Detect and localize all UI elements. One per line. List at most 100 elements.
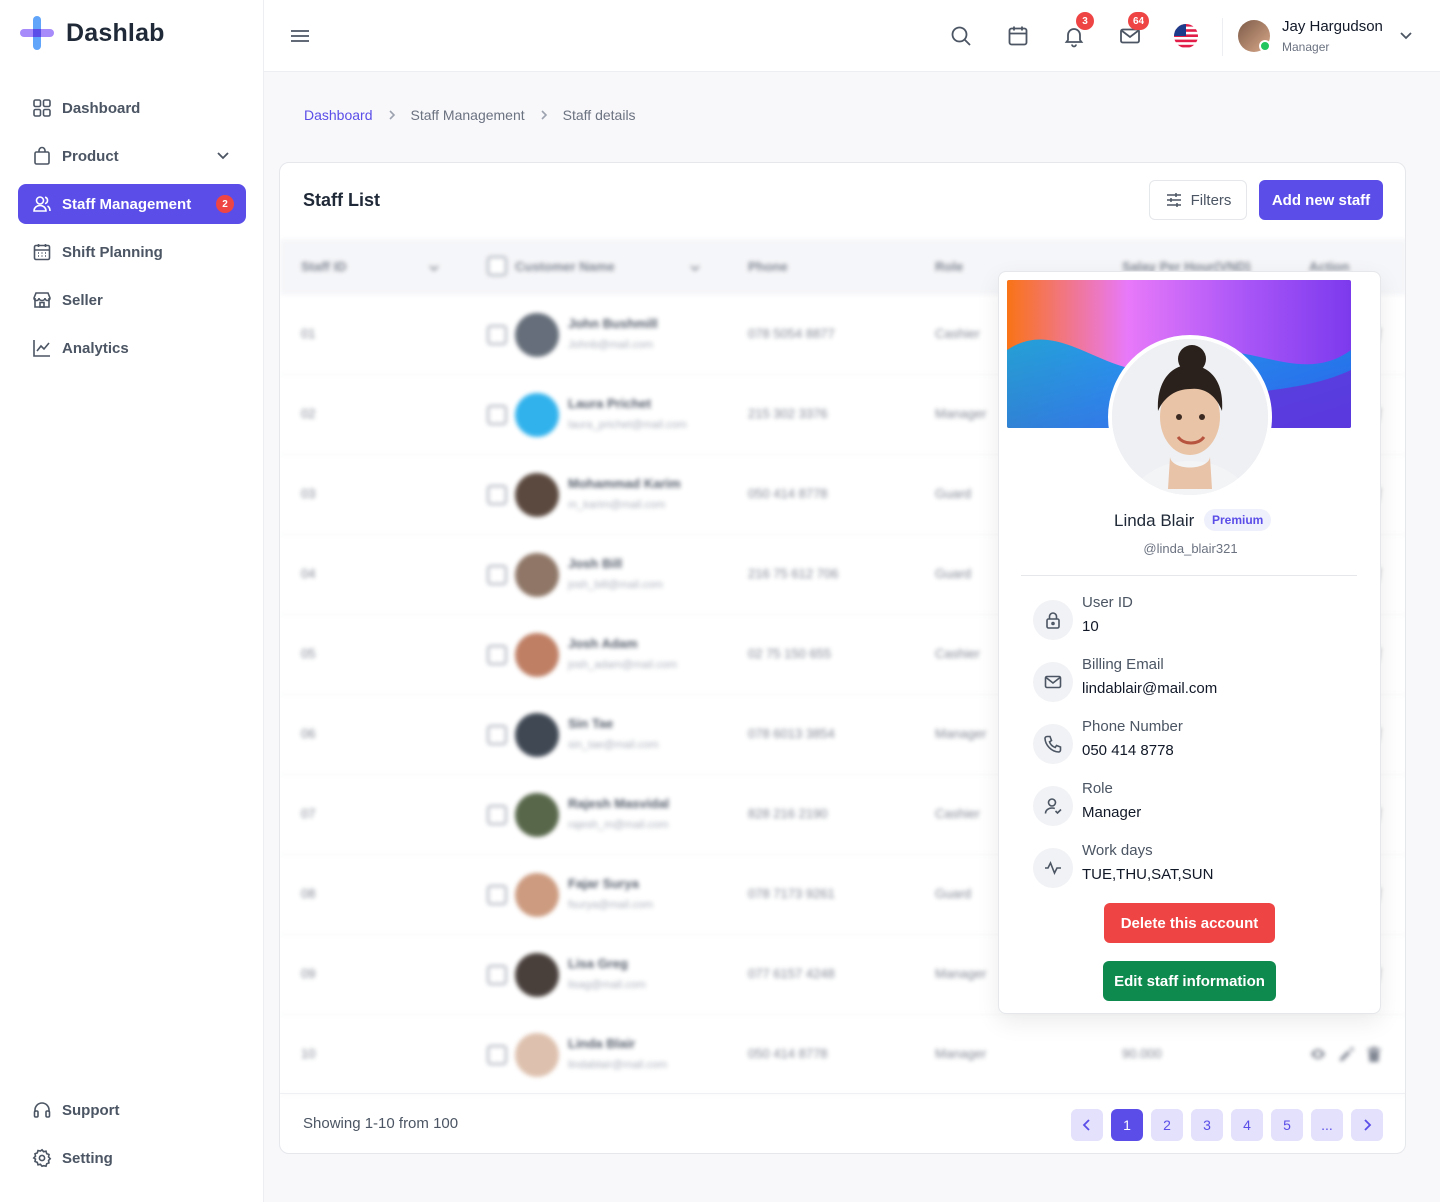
messages-badge: 64 — [1128, 12, 1150, 30]
headset-icon — [33, 1102, 51, 1118]
staff-phone: 216 75 612 706 — [748, 566, 839, 581]
staff-role: Manager — [935, 406, 987, 421]
row-checkbox[interactable] — [487, 645, 507, 665]
us-flag-icon — [1174, 24, 1198, 48]
user-name: Jay Hargudson — [1282, 18, 1383, 35]
page-button[interactable]: 5 — [1271, 1109, 1303, 1141]
next-page-button[interactable] — [1351, 1109, 1383, 1141]
staff-email: laura_prichet@mail.com — [568, 419, 687, 431]
info-label: Role — [1082, 780, 1113, 797]
language-button[interactable] — [1172, 22, 1200, 50]
info-label: Billing Email — [1082, 656, 1164, 673]
add-staff-button[interactable]: Add new staff — [1259, 180, 1383, 220]
page-button[interactable]: 4 — [1231, 1109, 1263, 1141]
sidebar-nav: Dashboard Product Staff Management 2 Shi… — [18, 88, 246, 376]
gear-icon — [32, 1148, 52, 1168]
staff-profile-popup: Linda Blair Premium @linda_blair321 User… — [998, 271, 1381, 1014]
trash-icon[interactable] — [1365, 1045, 1383, 1063]
sidebar-item-dashboard[interactable]: Dashboard — [18, 88, 246, 128]
sidebar-item-shift-planning[interactable]: Shift Planning — [18, 232, 246, 272]
notifications-button[interactable]: 3 — [1060, 12, 1094, 50]
column-header[interactable]: Staff ID — [301, 259, 347, 274]
sidebar-item-label: Product — [62, 147, 119, 165]
staff-phone: 077 6157 4248 — [748, 966, 835, 981]
page-button[interactable]: 2 — [1151, 1109, 1183, 1141]
row-checkbox[interactable] — [487, 965, 507, 985]
staff-phone: 828 216 2190 — [748, 806, 828, 821]
sidebar-item-label: Support — [62, 1101, 120, 1119]
staff-count-badge: 2 — [216, 195, 234, 213]
info-user-id: User ID 10 — [1033, 594, 1353, 650]
profile-handle: @linda_blair321 — [1143, 541, 1238, 556]
staff-email: fsurya@mail.com — [568, 899, 654, 911]
chevron-down-icon[interactable] — [214, 146, 232, 164]
row-checkbox[interactable] — [487, 1045, 507, 1065]
calendar-button[interactable] — [1004, 22, 1032, 50]
page-button[interactable]: 3 — [1191, 1109, 1223, 1141]
staff-email: josh_bill@mail.com — [568, 579, 663, 591]
staff-id: 04 — [301, 566, 316, 581]
sidebar-item-product[interactable]: Product — [18, 136, 246, 176]
sidebar-item-analytics[interactable]: Analytics — [18, 328, 246, 368]
row-checkbox[interactable] — [487, 725, 507, 745]
info-value: 050 414 8778 — [1082, 742, 1174, 759]
page-button[interactable]: 1 — [1111, 1109, 1143, 1141]
row-checkbox[interactable] — [487, 805, 507, 825]
staff-phone: 078 5054 8877 — [748, 326, 835, 341]
chevron-down-icon[interactable] — [1398, 27, 1414, 43]
staff-role: Manager — [935, 726, 987, 741]
eye-icon[interactable] — [1309, 1045, 1327, 1063]
sidebar-item-seller[interactable]: Seller — [18, 280, 246, 320]
row-checkbox[interactable] — [487, 405, 507, 425]
chevron-right-icon — [388, 110, 395, 120]
messages-button[interactable]: 64 — [1116, 12, 1150, 50]
row-checkbox[interactable] — [487, 325, 507, 345]
delete-account-button[interactable]: Delete this account — [1104, 903, 1275, 943]
calendar-icon — [33, 244, 51, 261]
info-value: lindablair@mail.com — [1082, 680, 1218, 697]
table-row[interactable]: 10 Linda Blair lindablair@mail.com 050 414 … — [280, 1015, 1405, 1095]
column-header: Role — [935, 259, 964, 274]
info-label: Phone Number — [1082, 718, 1183, 735]
breadcrumb-staff-details: Staff details — [562, 107, 636, 123]
info-label: Work days — [1082, 842, 1153, 859]
staff-id: 05 — [301, 646, 316, 661]
menu-icon[interactable] — [290, 24, 310, 48]
row-checkbox[interactable] — [487, 885, 507, 905]
profile-name: Linda Blair — [1114, 511, 1195, 530]
staff-role: Guard — [935, 566, 972, 581]
chevron-down-icon[interactable] — [427, 261, 441, 275]
sidebar-item-label: Seller — [62, 291, 103, 309]
info-value: TUE,THU,SAT,SUN — [1082, 866, 1214, 883]
status-badge: Premium — [1204, 509, 1272, 531]
sidebar-item-staff-management[interactable]: Staff Management 2 — [18, 184, 246, 224]
mail-icon — [1033, 662, 1073, 702]
row-checkbox[interactable] — [487, 485, 507, 505]
store-icon — [33, 292, 51, 308]
breadcrumb-staff-management[interactable]: Staff Management — [411, 107, 525, 123]
breadcrumb-dashboard[interactable]: Dashboard — [304, 107, 373, 123]
search-button[interactable] — [947, 22, 975, 50]
row-checkbox[interactable] — [487, 565, 507, 585]
chevron-down-icon[interactable] — [688, 261, 702, 275]
sidebar-item-support[interactable]: Support — [18, 1090, 246, 1130]
logo[interactable]: Dashlab — [20, 16, 165, 50]
prev-page-button[interactable] — [1071, 1109, 1103, 1141]
sidebar-item-setting[interactable]: Setting — [18, 1138, 246, 1178]
staff-phone: 050 414 8778 — [748, 486, 828, 501]
staff-id: 08 — [301, 886, 316, 901]
topbar-divider — [1222, 18, 1223, 56]
bag-icon — [34, 146, 50, 165]
staff-name: Mohammad Karim — [568, 476, 681, 491]
page-ellipsis[interactable]: ... — [1311, 1109, 1343, 1141]
column-header[interactable]: Customer Name — [515, 259, 615, 274]
avatar — [515, 473, 559, 517]
search-icon — [951, 26, 971, 46]
edit-staff-button[interactable]: Edit staff information — [1103, 961, 1276, 1001]
staff-role: Guard — [935, 886, 972, 901]
pencil-icon[interactable] — [1337, 1045, 1355, 1063]
staff-email: Johnb@mail.com — [568, 339, 654, 351]
select-all-checkbox[interactable] — [487, 256, 507, 276]
filters-button[interactable]: Filters — [1149, 180, 1247, 220]
sidebar-item-label: Dashboard — [62, 99, 141, 117]
